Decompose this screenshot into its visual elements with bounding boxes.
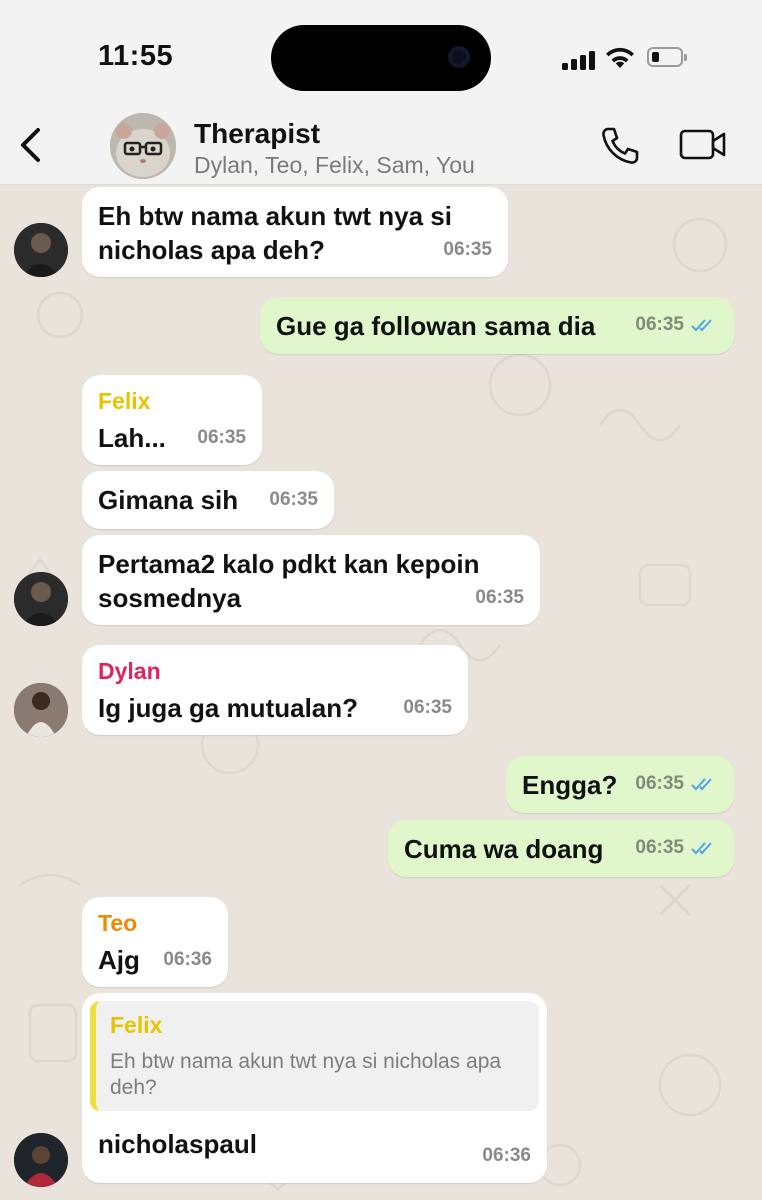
message-bubble-incoming[interactable]: Pertama2 kalo pdkt kan kepoin sosmednya …	[82, 535, 540, 625]
group-avatar[interactable]	[110, 113, 176, 179]
sender-avatar[interactable]	[14, 223, 68, 277]
wifi-icon	[606, 47, 634, 68]
sender-name[interactable]: Felix	[98, 387, 246, 415]
message-time: 06:35	[443, 239, 492, 260]
double-check-read-icon	[691, 778, 712, 791]
person-photo-icon	[14, 572, 68, 626]
cellular-signal-icon	[562, 50, 598, 70]
double-check-read-icon	[691, 319, 712, 332]
message-time: 06:35	[635, 767, 718, 801]
video-camera-icon[interactable]	[678, 128, 728, 162]
status-bar: 11:55	[0, 0, 762, 110]
phone-icon[interactable]	[598, 124, 642, 168]
message-bubble-outgoing[interactable]: Cuma wa doang 06:35	[388, 820, 734, 877]
message-text: Pertama2 kalo pdkt kan kepoin sosmednya	[98, 549, 480, 613]
quoted-message[interactable]: Felix Eh btw nama akun twt nya si nichol…	[90, 1001, 539, 1111]
message-time: 06:35	[635, 308, 718, 342]
sender-name[interactable]: Dylan	[98, 657, 452, 685]
message-bubble-incoming[interactable]: Dylan Ig juga ga mutualan? 06:35	[82, 645, 468, 735]
sender-avatar[interactable]	[14, 1133, 68, 1187]
sender-name[interactable]: Teo	[98, 909, 212, 937]
whatsapp-chat-screen: 11:55 Therapist Dylan, Teo, Felix, Sam, …	[0, 0, 762, 1200]
message-list[interactable]: Eh btw nama akun twt nya si nicholas apa…	[0, 185, 762, 1200]
quoted-text: Eh btw nama akun twt nya si nicholas apa…	[110, 1050, 502, 1099]
message-time: 06:36	[482, 1145, 531, 1166]
message-time: 06:35	[269, 489, 318, 510]
dynamic-island	[271, 25, 491, 91]
message-text: Eh btw nama akun twt nya si nicholas apa…	[98, 201, 452, 265]
battery-icon	[647, 47, 687, 67]
status-time: 11:55	[98, 40, 174, 72]
message-text: Ig juga ga mutualan?	[98, 693, 359, 723]
message-time: 06:36	[163, 949, 212, 970]
chat-header: Therapist Dylan, Teo, Felix, Sam, You	[0, 110, 762, 185]
message-bubble-outgoing[interactable]: Gue ga followan sama dia 06:35	[260, 297, 734, 354]
message-time: 06:35	[475, 587, 524, 608]
person-photo-icon	[14, 223, 68, 277]
person-photo-icon	[14, 683, 68, 737]
hamster-avatar-icon	[110, 113, 176, 179]
sender-avatar[interactable]	[14, 572, 68, 626]
message-text: nicholaspaul	[98, 1129, 257, 1159]
message-bubble-incoming[interactable]: Eh btw nama akun twt nya si nicholas apa…	[82, 187, 508, 277]
message-bubble-incoming[interactable]: Felix Lah... 06:35	[82, 375, 262, 465]
message-time: 06:35	[635, 831, 718, 865]
chevron-left-icon[interactable]	[14, 124, 46, 166]
person-photo-icon	[14, 1133, 68, 1187]
message-time: 06:35	[403, 697, 452, 718]
message-bubble-incoming[interactable]: Teo Ajg 06:36	[82, 897, 228, 987]
front-camera-icon	[448, 46, 470, 68]
message-bubble-incoming[interactable]: Gimana sih 06:35	[82, 471, 334, 529]
group-title[interactable]: Therapist	[194, 118, 320, 150]
quoted-sender-name: Felix	[110, 1012, 163, 1038]
message-bubble-outgoing[interactable]: Engga? 06:35	[506, 756, 734, 813]
group-members[interactable]: Dylan, Teo, Felix, Sam, You	[194, 152, 475, 179]
sender-avatar[interactable]	[14, 683, 68, 737]
message-time: 06:35	[197, 427, 246, 448]
message-bubble-reply[interactable]: Felix Eh btw nama akun twt nya si nichol…	[82, 993, 547, 1183]
double-check-read-icon	[691, 842, 712, 855]
